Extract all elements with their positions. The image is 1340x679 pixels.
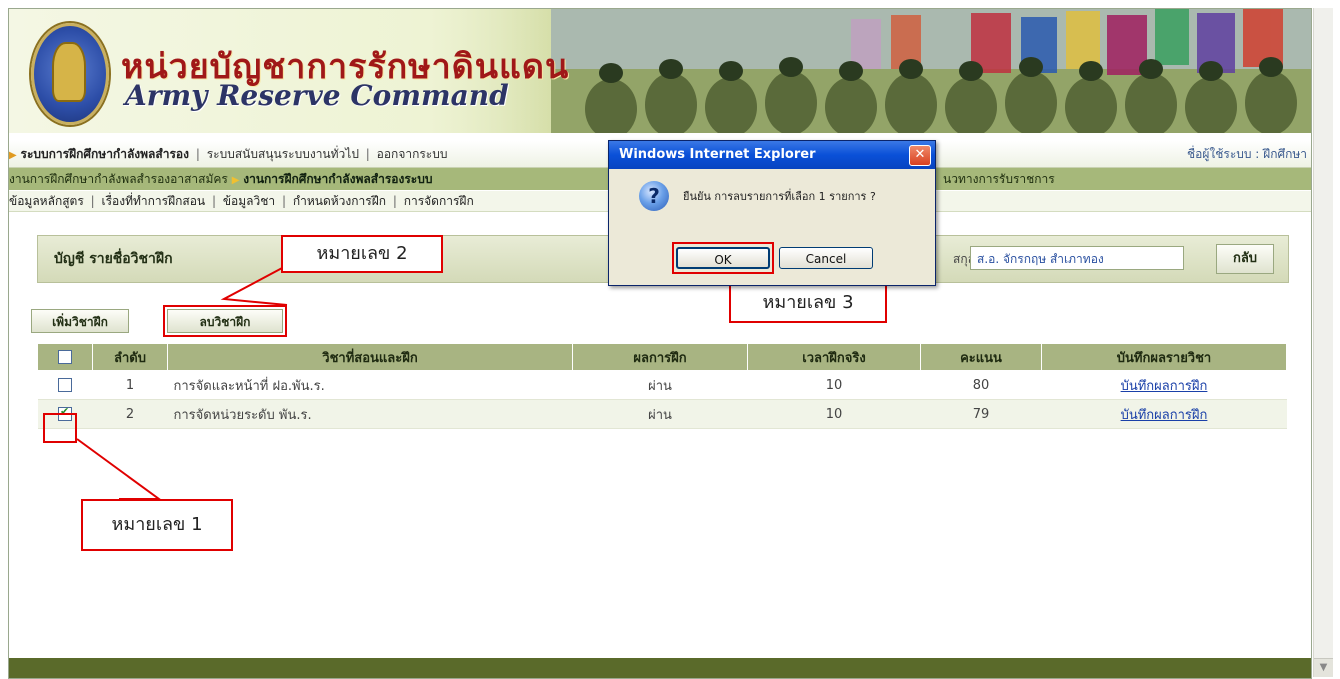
dialog-message: ยืนยัน การลบรายการที่เลือก 1 รายการ ? <box>683 190 876 203</box>
browser-page: หน่วยบัญชาการรักษาดินแดน Army Reserve Co… <box>8 8 1312 679</box>
scroll-down-icon[interactable]: ▼ <box>1314 658 1333 677</box>
close-icon[interactable]: ✕ <box>909 145 931 166</box>
callout-lines <box>76 256 775 500</box>
question-icon: ? <box>639 181 669 211</box>
callout-number-2: หมายเลข 2 <box>281 235 443 273</box>
callout-number-3: หมายเลข 3 <box>729 283 887 323</box>
vertical-scrollbar[interactable]: ▼ <box>1313 8 1333 677</box>
footer-bar <box>9 658 1311 678</box>
callout-number-1: หมายเลข 1 <box>81 499 233 551</box>
confirm-dialog: Windows Internet Explorer ✕ ? ยืนยัน การ… <box>608 140 936 286</box>
cancel-button[interactable]: Cancel <box>779 247 873 269</box>
dialog-title: Windows Internet Explorer <box>619 147 816 162</box>
highlight-ok-button <box>672 242 774 274</box>
